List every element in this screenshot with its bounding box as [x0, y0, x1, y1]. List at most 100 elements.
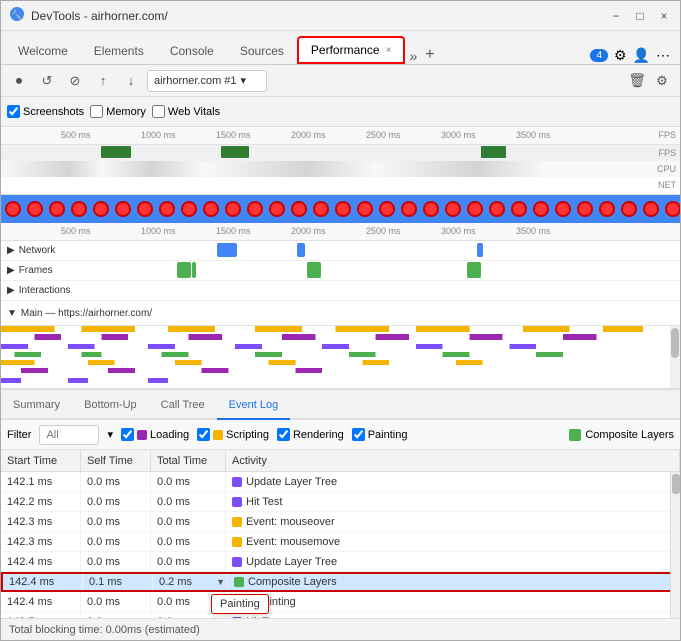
table-row[interactable]: 142.3 ms 0.0 ms 0.0 ms Event: mousemove — [1, 532, 680, 552]
th-total-time[interactable]: Total Time — [151, 450, 226, 471]
ruler-tick-1500: 1500 ms — [216, 130, 251, 140]
track-interactions[interactable]: ▶ Interactions — [1, 281, 680, 301]
url-bar[interactable]: airhorner.com #1 ▾ — [147, 70, 267, 92]
tab-event-log[interactable]: Event Log — [217, 392, 291, 420]
track-network[interactable]: ▶ Network — [1, 241, 680, 261]
tab-sources[interactable]: Sources — [227, 36, 297, 64]
painting-checkbox-label[interactable]: Painting — [352, 428, 408, 441]
frame-dot — [379, 201, 395, 217]
table-row-selected[interactable]: 142.4 ms 0.1 ms 0.2 ms ▼ Composite Layer… — [1, 572, 680, 592]
scripting-checkbox[interactable] — [197, 428, 210, 441]
loading-label: Loading — [150, 429, 189, 441]
frame-dot — [93, 201, 109, 217]
tab-welcome[interactable]: Welcome — [5, 36, 81, 64]
bottom-panel: Summary Bottom-Up Call Tree Event Log Fi… — [1, 390, 680, 618]
url-dropdown-icon[interactable]: ▾ — [241, 74, 247, 87]
timeline-overview[interactable]: 500 ms 1000 ms 1500 ms 2000 ms 2500 ms 3… — [1, 127, 680, 195]
frames-expand-icon[interactable]: ▶ — [7, 265, 15, 276]
flame-chart[interactable] — [1, 325, 680, 389]
network-track-content — [87, 241, 680, 260]
tab-summary[interactable]: Summary — [1, 392, 72, 420]
flame-scrollbar-thumb[interactable] — [671, 328, 679, 358]
table-row[interactable]: 142.2 ms 0.0 ms 0.0 ms Hit Test — [1, 492, 680, 512]
new-tab-button[interactable]: + — [421, 46, 438, 64]
th-self-time[interactable]: Self Time — [81, 450, 151, 471]
event-table: Start Time Self Time Total Time Activity… — [1, 450, 680, 618]
flame-row-2 — [1, 334, 670, 340]
menu-icon[interactable]: ⋯ — [656, 47, 670, 64]
frame-bar-2 — [192, 262, 196, 278]
main-ruler-tick-2500: 2500 ms — [366, 226, 401, 236]
table-scrollbar-thumb[interactable] — [672, 474, 680, 494]
network-expand-icon[interactable]: ▶ — [7, 245, 15, 256]
filter-dropdown-icon[interactable]: ▾ — [107, 428, 113, 441]
td-start-5: 142.4 ms — [1, 552, 81, 571]
tab-call-tree[interactable]: Call Tree — [149, 392, 217, 420]
main-track-header: ▼ Main — https://airhorner.com/ — [1, 301, 680, 325]
th-start-time[interactable]: Start Time — [1, 450, 81, 471]
loading-checkbox-label[interactable]: Loading — [121, 428, 189, 441]
filter-input[interactable] — [39, 425, 99, 445]
record-button[interactable]: ⏺ — [7, 69, 31, 93]
profile-icon[interactable]: 👤 — [633, 47, 650, 64]
screenshots-checkbox-label[interactable]: Screenshots — [7, 105, 84, 118]
settings-icon[interactable]: ⚙ — [614, 47, 627, 64]
upload-button[interactable]: ↑ — [91, 69, 115, 93]
rendering-checkbox[interactable] — [277, 428, 290, 441]
screenshots-checkbox[interactable] — [7, 105, 20, 118]
memory-checkbox[interactable] — [90, 105, 103, 118]
tab-elements[interactable]: Elements — [81, 36, 157, 64]
flame-row-3 — [1, 344, 670, 349]
table-scrollbar[interactable] — [670, 472, 680, 618]
tab-performance[interactable]: Performance × — [297, 36, 406, 64]
table-row[interactable]: 142.3 ms 0.0 ms 0.0 ms Event: mouseover — [1, 512, 680, 532]
table-row-painting[interactable]: 142.4 ms 0.0 ms 0.0 ms Painting Painting — [1, 592, 680, 612]
frame-dot — [137, 201, 153, 217]
more-tabs-button[interactable]: » — [405, 48, 421, 64]
td-activity-4: Event: mousemove — [226, 532, 680, 551]
main-timeline[interactable]: 500 ms 1000 ms 1500 ms 2000 ms 2500 ms 3… — [1, 223, 680, 390]
frame-dot — [489, 201, 505, 217]
delete-icon[interactable]: 🗑 — [628, 72, 646, 89]
track-frames[interactable]: ▶ Frames — [1, 261, 680, 281]
devtools-settings-button[interactable]: ⚙ — [650, 69, 674, 93]
tab-label-sources: Sources — [240, 44, 284, 58]
devtools-icon: 🔧 — [9, 6, 25, 25]
main-track-expand-icon[interactable]: ▼ — [7, 308, 17, 319]
frames-label: Frames — [19, 265, 53, 276]
expand-arrow[interactable]: ▼ — [216, 577, 225, 587]
activity-icon-4 — [232, 537, 242, 547]
web-vitals-checkbox[interactable] — [152, 105, 165, 118]
table-row[interactable]: 142.5 ms 0.0 ms 0.0 ms Hit Test — [1, 612, 680, 618]
table-body[interactable]: 142.1 ms 0.0 ms 0.0 ms Update Layer Tree… — [1, 472, 680, 618]
flame-scrollbar[interactable] — [670, 326, 680, 388]
stop-button[interactable]: ⊘ — [63, 69, 87, 93]
web-vitals-checkbox-label[interactable]: Web Vitals — [152, 105, 220, 118]
maximize-button[interactable]: □ — [632, 8, 648, 24]
tab-bottom-up[interactable]: Bottom-Up — [72, 392, 149, 420]
frame-dot — [577, 201, 593, 217]
legend-label: Composite Layers — [585, 429, 674, 441]
activity-icon-5 — [232, 557, 242, 567]
rendering-checkbox-label[interactable]: Rendering — [277, 428, 344, 441]
timeline-tracks: ▶ Network ▶ Frames — [1, 241, 680, 301]
table-row[interactable]: 142.4 ms 0.0 ms 0.0 ms Update Layer Tree — [1, 552, 680, 572]
table-row[interactable]: 142.1 ms 0.0 ms 0.0 ms Update Layer Tree — [1, 472, 680, 492]
tab-close-performance[interactable]: × — [386, 45, 392, 56]
minimize-button[interactable]: − — [608, 8, 624, 24]
td-total-6: 0.2 ms ▼ — [153, 574, 228, 590]
fps-bar: FPS — [1, 145, 680, 161]
refresh-button[interactable]: ↺ — [35, 69, 59, 93]
download-button[interactable]: ↓ — [119, 69, 143, 93]
frame-dot — [269, 201, 285, 217]
scripting-checkbox-label[interactable]: Scripting — [197, 428, 269, 441]
cpu-activity — [1, 161, 680, 177]
tab-console[interactable]: Console — [157, 36, 227, 64]
interactions-expand-icon[interactable]: ▶ — [7, 285, 15, 296]
loading-checkbox[interactable] — [121, 428, 134, 441]
memory-checkbox-label[interactable]: Memory — [90, 105, 146, 118]
close-button[interactable]: × — [656, 8, 672, 24]
th-activity[interactable]: Activity — [226, 450, 680, 471]
painting-checkbox[interactable] — [352, 428, 365, 441]
loading-color-dot — [137, 430, 147, 440]
